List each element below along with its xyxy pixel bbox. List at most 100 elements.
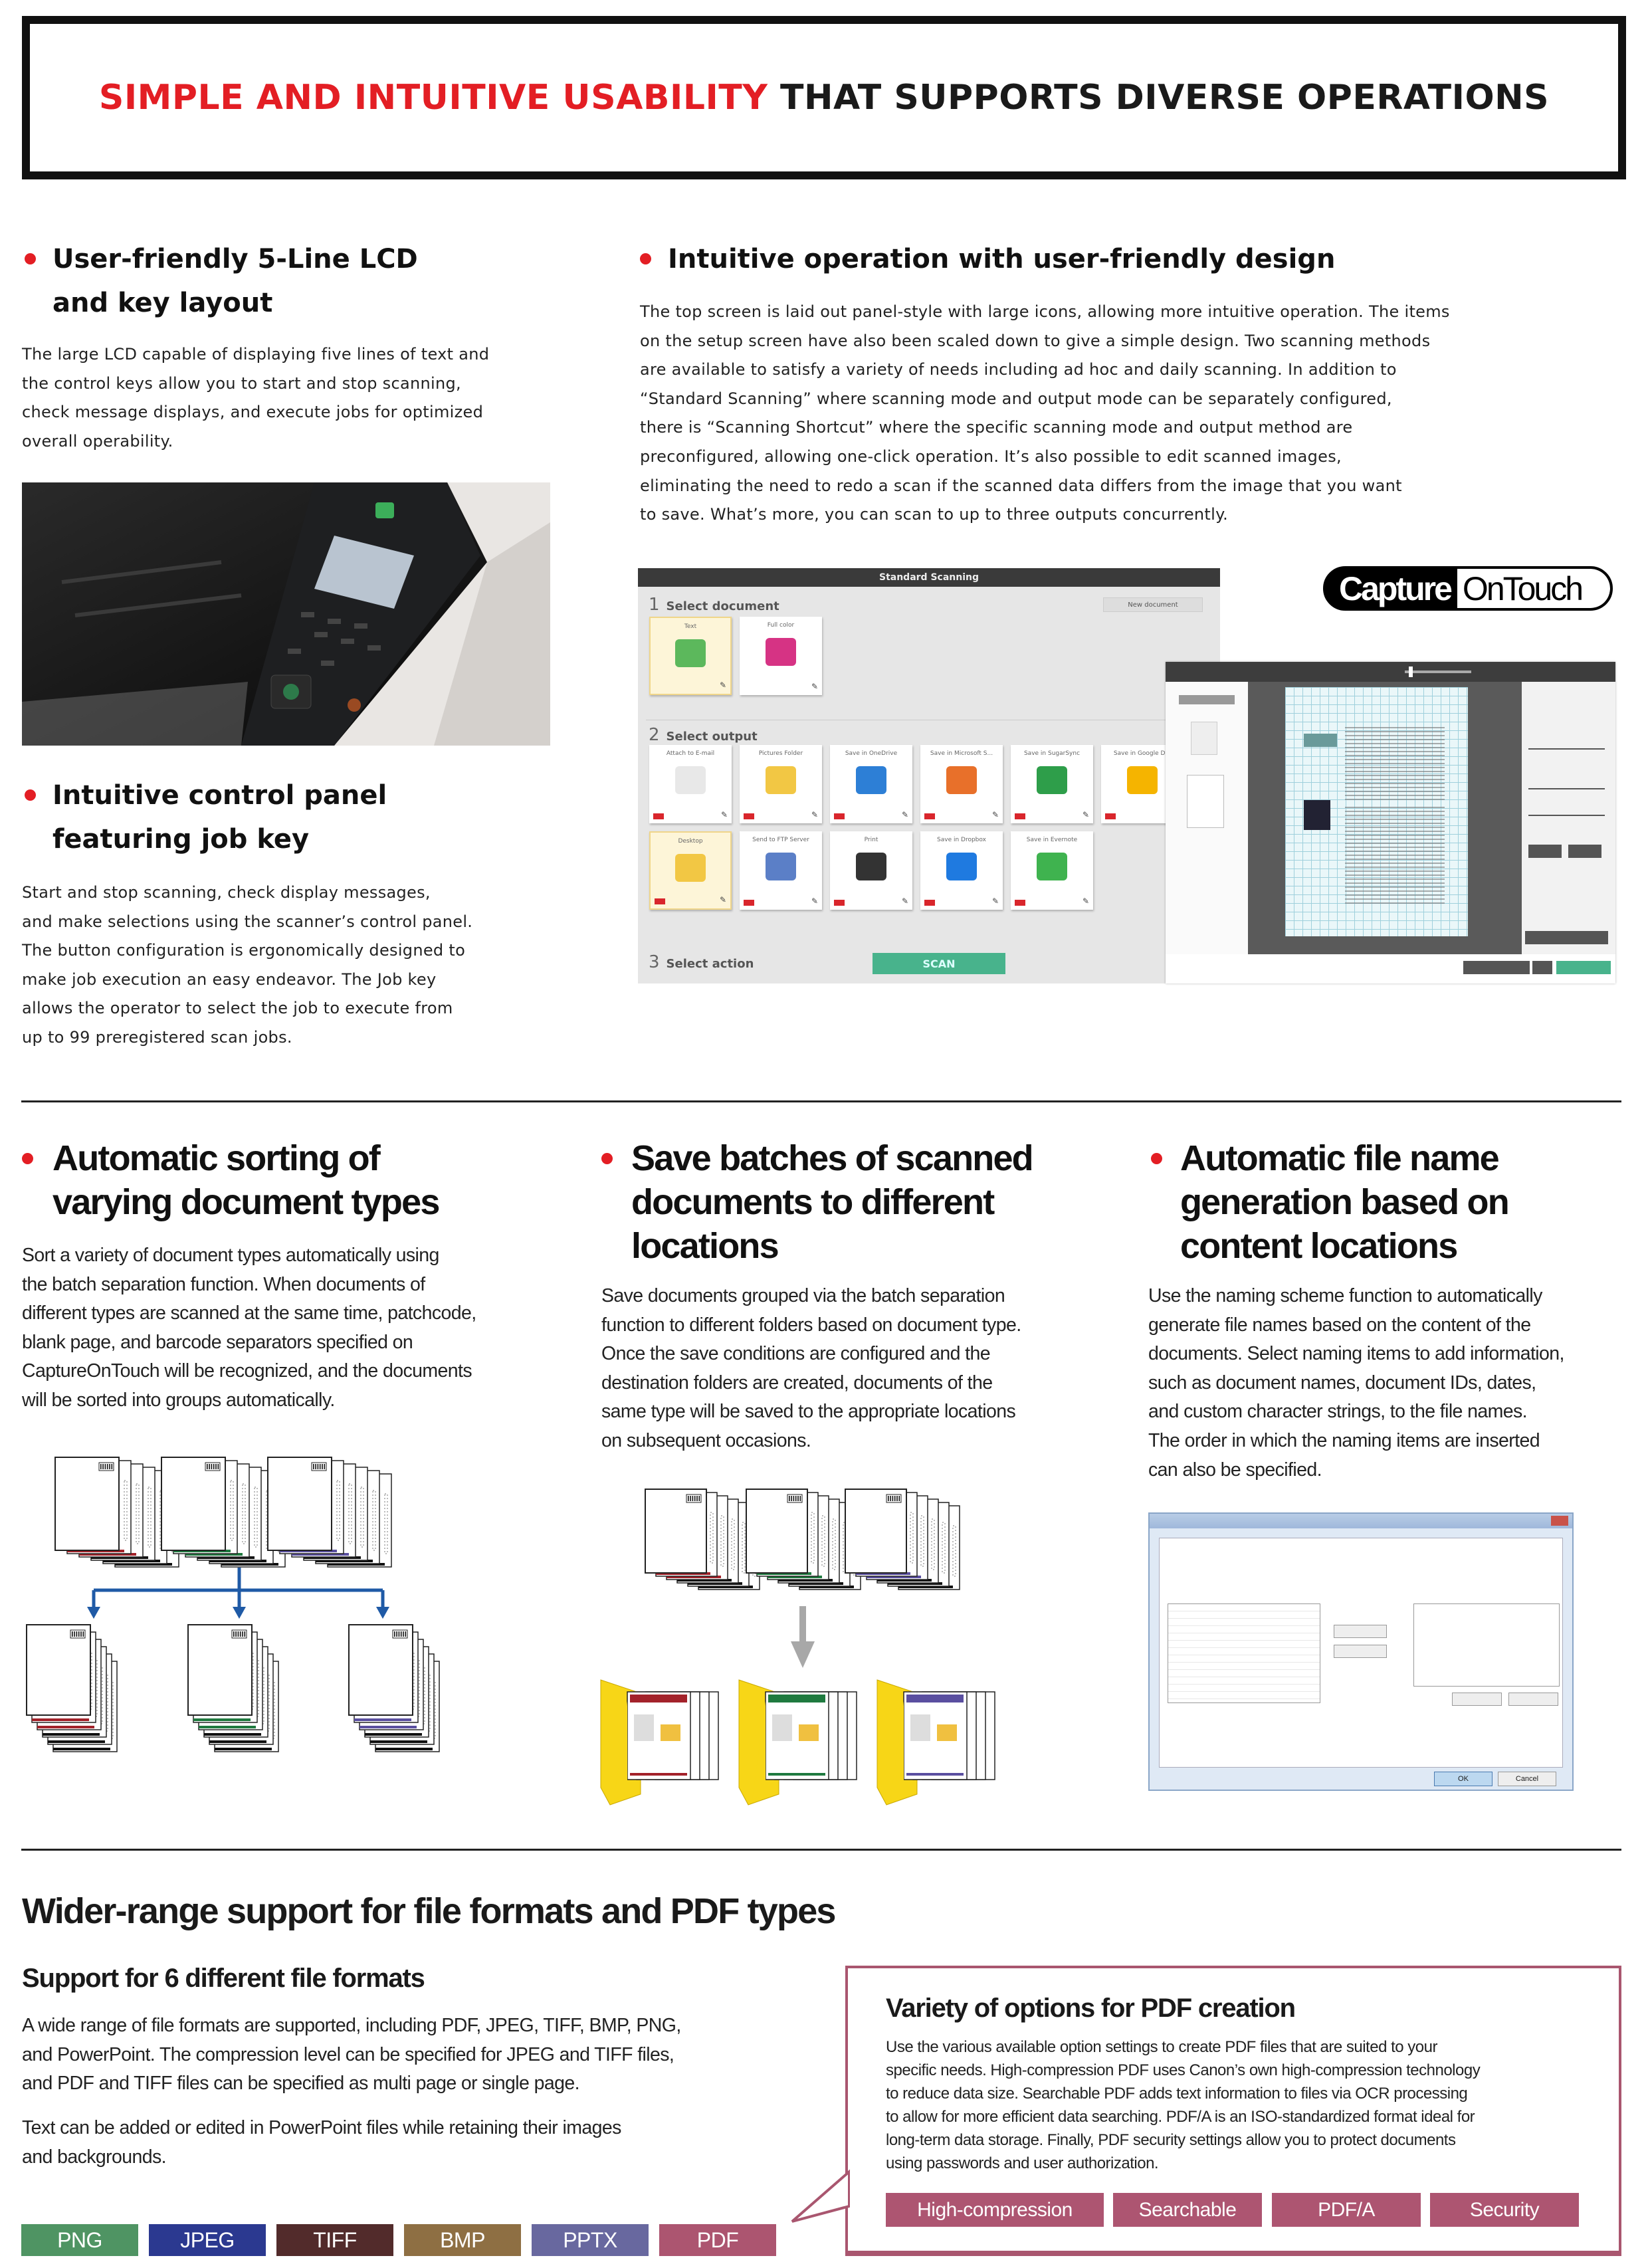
step-select-document: 1 Select document <box>649 595 779 615</box>
text-line: specific needs. High-compression PDF use… <box>886 2061 1481 2079</box>
pdf-tag-icon <box>655 898 665 904</box>
reset-button[interactable] <box>1568 845 1601 858</box>
edit-pencil-icon[interactable]: ✎ <box>720 895 726 904</box>
naming-items-list[interactable] <box>1168 1603 1320 1703</box>
card-icon <box>766 638 796 666</box>
up-button[interactable] <box>1452 1693 1502 1706</box>
naming-body: Use the naming scheme function to automa… <box>1148 1282 1564 1485</box>
document-stack <box>645 1489 760 1590</box>
card-icon <box>675 766 706 794</box>
close-icon[interactable] <box>1551 1516 1568 1526</box>
output-card[interactable]: Send to FTP Server ✎ <box>740 831 822 910</box>
edit-pencil-icon[interactable]: ✎ <box>811 810 818 819</box>
formats-subheading: Support for 6 different file formats <box>22 1964 425 1993</box>
output-card[interactable]: Pictures Folder ✎ <box>740 745 822 823</box>
edit-pencil-icon[interactable]: ✎ <box>720 680 726 690</box>
output-card[interactable]: Save in Evernote ✎ <box>1011 831 1093 910</box>
text-line: “Standard Scanning” where scanning mode … <box>640 389 1392 408</box>
text-line: Intuitive control panel <box>52 780 387 811</box>
folder-icon <box>600 1679 719 1805</box>
bullet-icon <box>640 253 651 264</box>
output-card[interactable]: Print ✎ <box>830 831 912 910</box>
edit-pencil-icon[interactable]: ✎ <box>1082 896 1089 906</box>
image-editor-window <box>1166 662 1615 983</box>
scan-button[interactable]: SCAN <box>873 953 1005 974</box>
section-divider <box>21 1849 1621 1851</box>
editor-primary-button[interactable] <box>1556 961 1611 974</box>
edit-pencil-icon[interactable]: ✎ <box>902 896 908 906</box>
text-line: CaptureOnTouch will be recognized, and t… <box>22 1360 472 1382</box>
card-icon <box>946 766 977 794</box>
apply-button[interactable] <box>1528 845 1562 858</box>
barcode-icon <box>686 1494 702 1503</box>
title-highlight: SIMPLE AND INTUITIVE USABILITY <box>98 78 768 118</box>
edit-pencil-icon[interactable]: ✎ <box>992 896 999 906</box>
barcode-icon <box>886 1494 902 1503</box>
edit-pencil-icon[interactable]: ✎ <box>992 810 999 819</box>
text-line: such as document names, document IDs, da… <box>1148 1372 1536 1393</box>
editor-button[interactable] <box>1532 961 1552 974</box>
barcode-icon <box>392 1629 408 1639</box>
format-badge: PDF <box>659 2224 776 2256</box>
text-line: to allow for more efficient data searchi… <box>886 2108 1475 2126</box>
text-line: and PDF and TIFF files can be specified … <box>22 2073 579 2095</box>
text-line: on the setup screen have also been scale… <box>640 331 1431 350</box>
edit-pencil-icon[interactable]: ✎ <box>1082 810 1089 819</box>
text-line: Once the save conditions are configured … <box>601 1343 991 1365</box>
window-title-bar: Standard Scanning <box>638 568 1220 587</box>
text-line: varying document types <box>52 1182 440 1222</box>
bullet-icon <box>22 1153 33 1164</box>
editor-button[interactable] <box>1463 961 1530 974</box>
new-document-dropdown[interactable]: New document <box>1103 597 1203 612</box>
output-card[interactable]: Text ✎ <box>649 617 732 695</box>
panel-body: Start and stop scanning, check display m… <box>22 878 472 1053</box>
text-line: up to 99 preregistered scan jobs. <box>22 1027 292 1047</box>
gamma-slider[interactable] <box>1528 815 1605 816</box>
card-icon <box>1037 853 1067 880</box>
output-card[interactable]: Save in Microsoft S... ✎ <box>920 745 1003 823</box>
preview-area <box>1248 682 1522 954</box>
contrast-slider[interactable] <box>1528 788 1605 789</box>
page-thumbnail[interactable] <box>1187 775 1224 828</box>
format-badge: PNG <box>21 2224 138 2256</box>
down-button[interactable] <box>1508 1693 1558 1706</box>
edit-pencil-icon[interactable]: ✎ <box>721 810 728 819</box>
barcode-icon <box>98 1462 114 1471</box>
panel-button[interactable] <box>1525 931 1608 944</box>
text-line: Use the naming scheme function to automa… <box>1148 1285 1542 1306</box>
selected-items-list[interactable] <box>1413 1603 1560 1687</box>
step-select-action: 3 Select action <box>649 952 754 972</box>
lcd-body: The large LCD capable of displaying five… <box>22 340 489 456</box>
edit-pencil-icon[interactable]: ✎ <box>811 896 818 906</box>
zoom-slider-handle[interactable] <box>1409 667 1413 677</box>
scanner-control-panel-photo <box>22 482 550 746</box>
text-line: will be sorted into groups automatically… <box>22 1389 335 1411</box>
page-title: SIMPLE AND INTUITIVE USABILITY THAT SUPP… <box>99 78 1549 118</box>
output-card[interactable]: Attach to E-mail ✎ <box>649 745 732 823</box>
zoom-slider[interactable] <box>1405 670 1471 673</box>
add-button[interactable] <box>1334 1625 1387 1638</box>
text-line: Automatic file name <box>1180 1138 1500 1178</box>
edit-pencil-icon[interactable]: ✎ <box>811 682 818 691</box>
delete-button[interactable] <box>1334 1645 1387 1658</box>
card-label: Full color <box>767 622 795 629</box>
intuitive-heading: Intuitive operation with user-friendly d… <box>668 244 1336 274</box>
pdf-tag-icon <box>653 813 664 819</box>
text-line: the batch separation function. When docu… <box>22 1273 425 1295</box>
page-thumbnail[interactable] <box>1191 722 1217 755</box>
output-card[interactable]: Desktop ✎ <box>649 831 732 910</box>
edit-pencil-icon[interactable]: ✎ <box>902 810 908 819</box>
cancel-button[interactable]: Cancel <box>1498 1772 1556 1786</box>
brightness-slider[interactable] <box>1528 748 1605 750</box>
card-icon <box>1127 766 1158 794</box>
card-icon <box>675 639 706 667</box>
output-card[interactable]: Full color ✎ <box>740 617 822 695</box>
output-card[interactable]: Save in Dropbox ✎ <box>920 831 1003 910</box>
step-number: 2 <box>649 725 660 745</box>
output-card[interactable]: Save in SugarSync ✎ <box>1011 745 1093 823</box>
barcode-icon <box>205 1462 221 1471</box>
output-card[interactable]: Save in OneDrive ✎ <box>830 745 912 823</box>
ok-button[interactable]: OK <box>1434 1772 1493 1786</box>
barcode-icon <box>70 1629 86 1639</box>
text-line: Save batches of scanned <box>631 1138 1034 1178</box>
